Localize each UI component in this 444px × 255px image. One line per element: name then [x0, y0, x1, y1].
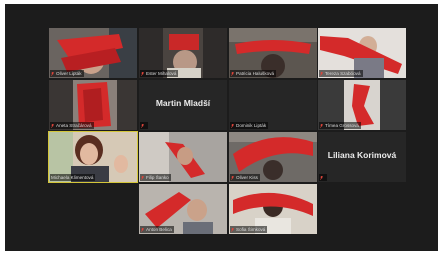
muted-mic-icon	[141, 227, 144, 232]
participant-tile-filip-sanko[interactable]: Filip Šanko	[139, 132, 227, 182]
participant-tile-dominik-liptak[interactable]: Dominik Lipták	[229, 80, 317, 130]
participant-tile-sofia-simkova[interactable]: Sofia Šimková	[229, 184, 317, 234]
participant-name-label: Oliver Kiss	[230, 174, 260, 181]
participant-name-label: Anton Belica	[140, 226, 174, 233]
participant-tile-martin-mladsi[interactable]: Martin Mladší	[139, 80, 227, 130]
muted-mic-icon	[231, 227, 234, 232]
participant-tile-oliver-kiss[interactable]: Oliver Kiss	[229, 132, 317, 182]
participant-display-name: Liliana Korimová	[327, 150, 397, 160]
participant-tile-ester-mihalova[interactable]: Ester Mihalová	[139, 28, 227, 78]
participant-name-label: Ester Mihalová	[140, 70, 179, 77]
participant-name-label: Sofia Šimková	[230, 226, 268, 233]
participant-tile-anton-belica[interactable]: Anton Belica	[139, 184, 227, 234]
muted-mic-icon	[320, 123, 323, 128]
muted-mic-icon	[141, 123, 144, 128]
participant-name-label: Michaela Klimentová	[50, 174, 96, 181]
participant-tile-liliana-korimova[interactable]: Liliana Korimová	[318, 132, 406, 182]
muted-mic-icon	[231, 71, 234, 76]
participant-name-label: Dominik Lipták	[230, 122, 269, 129]
participant-name-label	[319, 174, 327, 181]
participant-name-label: Patricia Halušková	[230, 70, 277, 77]
muted-mic-icon	[141, 71, 144, 76]
participant-name-label: Filip Šanko	[140, 174, 171, 181]
participant-tile-timea-grossova[interactable]: Tímea Grossová	[318, 80, 406, 130]
muted-mic-icon	[141, 175, 144, 180]
participant-tile-michaela-klimentova[interactable]: Michaela Klimentová	[48, 131, 138, 183]
muted-mic-icon	[231, 175, 234, 180]
participant-tile-aneta-stracarova[interactable]: Aneta Stračárová	[49, 80, 137, 130]
muted-mic-icon	[51, 123, 54, 128]
muted-mic-icon	[231, 123, 234, 128]
participant-tile-tereza-szaboova[interactable]: Tereza Szabóová	[318, 28, 406, 78]
participant-tile-oliver-liptak[interactable]: Oliver Lipták	[49, 28, 137, 78]
participant-name-label: Oliver Lipták	[50, 70, 84, 77]
gallery-view: Oliver Lipták Ester Mihalová Patricia Ha…	[5, 4, 438, 251]
participant-tile-patricia-haluskova[interactable]: Patricia Halušková	[229, 28, 317, 78]
muted-mic-icon	[51, 71, 54, 76]
participant-name-label: Tereza Szabóová	[319, 70, 363, 77]
participant-display-name: Martin Mladší	[155, 98, 211, 108]
muted-mic-icon	[320, 71, 323, 76]
muted-mic-icon	[320, 175, 323, 180]
participant-name-label: Aneta Stračárová	[50, 122, 94, 129]
participant-name-label	[140, 122, 148, 129]
participant-name-label: Tímea Grossová	[319, 122, 361, 129]
